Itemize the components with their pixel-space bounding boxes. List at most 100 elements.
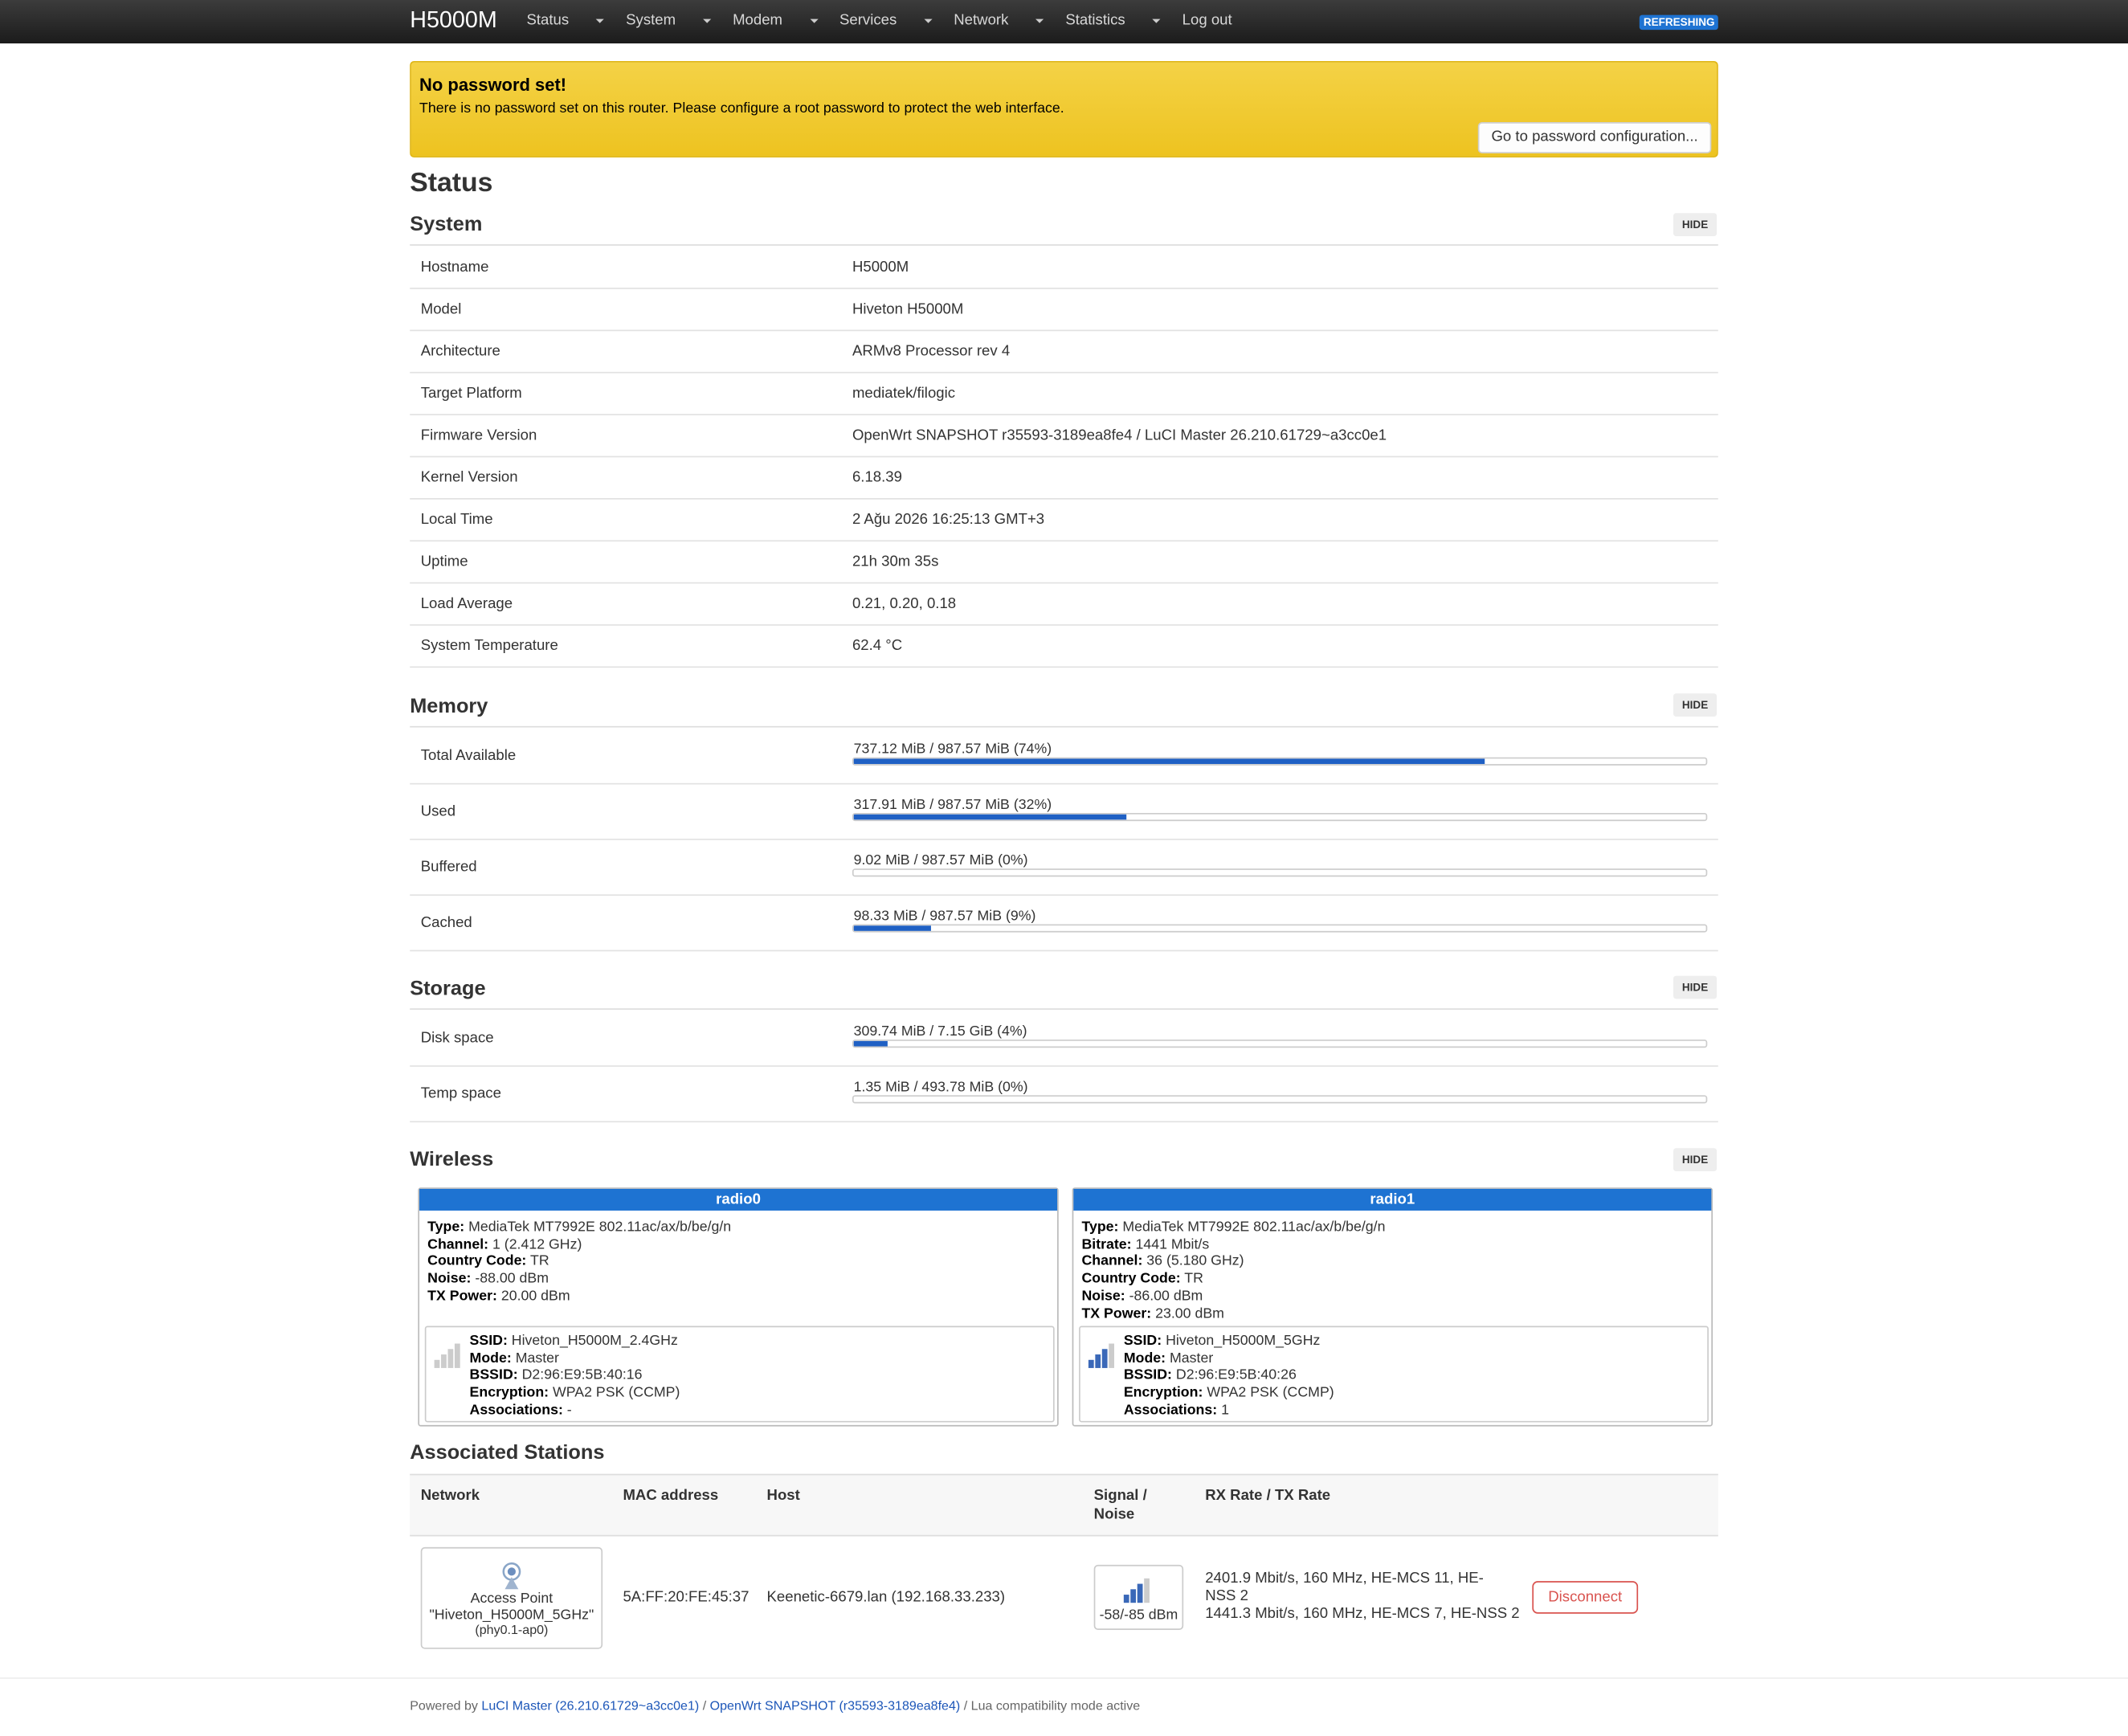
signal-strength-icon bbox=[1123, 1578, 1154, 1603]
info-value: -88.00 dBm bbox=[475, 1270, 549, 1287]
row-value: OpenWrt SNAPSHOT r35593-3189ea8fe4 / LuC… bbox=[852, 427, 1387, 444]
row-label: Cached bbox=[420, 914, 472, 931]
column-noise: Noise bbox=[1093, 1506, 1135, 1523]
menu-logout[interactable]: Log out bbox=[1182, 12, 1232, 28]
row-label: Kernel Version bbox=[420, 469, 518, 486]
usage-text: 9.02 MiB / 987.57 MiB (0%) bbox=[853, 852, 1028, 869]
column-host: Host bbox=[766, 1487, 800, 1504]
menu-label: Services bbox=[839, 12, 897, 29]
column-network: Network bbox=[420, 1487, 480, 1504]
usage-row: Used 317.91 MiB / 987.57 MiB (32%) bbox=[410, 783, 1718, 840]
ap-ssid: "Hiveton_H5000M_5GHz" bbox=[429, 1607, 594, 1624]
ssid-key: Mode: bbox=[469, 1350, 512, 1366]
openwrt-link[interactable]: OpenWrt SNAPSHOT (r35593-3189ea8fe4) bbox=[710, 1699, 961, 1714]
footer: Powered by LuCI Master (26.210.61729~a3c… bbox=[410, 1699, 1140, 1714]
info-row: System Temperature 62.4 °C bbox=[410, 624, 1718, 668]
progress-fill bbox=[853, 1040, 888, 1047]
progress-bar bbox=[852, 812, 1708, 822]
row-value: ARMv8 Processor rev 4 bbox=[852, 343, 1011, 360]
system-hide-button[interactable]: HIDE bbox=[1673, 213, 1718, 236]
info-row: Kernel Version 6.18.39 bbox=[410, 456, 1718, 500]
storage-hide-button[interactable]: HIDE bbox=[1673, 975, 1718, 999]
menu-system[interactable]: System bbox=[626, 12, 712, 28]
disconnect-button[interactable]: Disconnect bbox=[1532, 1581, 1639, 1614]
luci-link[interactable]: LuCI Master (26.210.61729~a3cc0e1) bbox=[481, 1699, 699, 1714]
alert-title: No password set! bbox=[419, 74, 567, 96]
progress-fill bbox=[853, 814, 1127, 820]
menu-modem[interactable]: Modem bbox=[733, 12, 818, 28]
ssid-key: Associations: bbox=[469, 1401, 563, 1419]
row-label: Local Time bbox=[420, 511, 493, 529]
ssid-key: Encryption: bbox=[1123, 1384, 1203, 1401]
progress-bar bbox=[852, 1095, 1708, 1104]
info-value: MediaTek MT7992E 802.11ac/ax/b/be/g/n bbox=[1122, 1219, 1386, 1236]
info-row: Load Average 0.21, 0.20, 0.18 bbox=[410, 582, 1718, 626]
signal-strength-icon bbox=[434, 1343, 464, 1368]
footer-divider bbox=[0, 1677, 2128, 1679]
menu-network[interactable]: Network bbox=[954, 12, 1044, 28]
station-rates: 2401.9 Mbit/s, 160 MHz, HE-MCS 11, HE- N… bbox=[1205, 1571, 1519, 1624]
tx-rate: 1441.3 Mbit/s, 160 MHz, HE-MCS 7, HE-NSS… bbox=[1205, 1605, 1520, 1622]
ssid-value: - bbox=[566, 1401, 572, 1419]
row-value: H5000M bbox=[852, 259, 909, 276]
rx-rate: 2401.9 Mbit/s, 160 MHz, HE-MCS 11, HE- bbox=[1205, 1570, 1484, 1587]
footer-separator: / bbox=[702, 1699, 707, 1714]
ssid-key: SSID: bbox=[1123, 1333, 1162, 1350]
column-rate: RX Rate / TX Rate bbox=[1205, 1487, 1331, 1504]
radio-header: radio1 bbox=[1073, 1188, 1712, 1211]
info-value: TR bbox=[1184, 1270, 1203, 1287]
info-row: Local Time 2 Ağu 2026 16:25:13 GMT+3 bbox=[410, 498, 1718, 542]
radio-header: radio0 bbox=[419, 1188, 1058, 1211]
menu-status[interactable]: Status bbox=[526, 12, 605, 28]
ssid-info: SSID: Hiveton_H5000M_2.4GHz Mode: Master… bbox=[470, 1333, 680, 1419]
station-signal: -58/-85 dBm bbox=[1093, 1564, 1184, 1630]
row-label: Used bbox=[420, 803, 456, 820]
ap-label: Access Point bbox=[470, 1590, 553, 1607]
ap-interface: (phy0.1-ap0) bbox=[475, 1623, 549, 1639]
ssid-box: SSID: Hiveton_H5000M_5GHz Mode: Master B… bbox=[1079, 1325, 1709, 1423]
menu-label: Statistics bbox=[1065, 12, 1125, 29]
ssid-key: BSSID: bbox=[469, 1366, 518, 1384]
page-title: Status bbox=[410, 168, 493, 198]
ssid-key: BSSID: bbox=[1123, 1366, 1172, 1384]
ssid-box: SSID: Hiveton_H5000M_2.4GHz Mode: Master… bbox=[424, 1325, 1055, 1423]
row-label: Model bbox=[420, 301, 462, 318]
password-config-button[interactable]: Go to password configuration... bbox=[1477, 122, 1712, 153]
ssid-info: SSID: Hiveton_H5000M_5GHz Mode: Master B… bbox=[1124, 1333, 1334, 1419]
refreshing-badge[interactable]: REFRESHING bbox=[1639, 14, 1719, 31]
ssid-value: Master bbox=[515, 1350, 559, 1366]
usage-text: 737.12 MiB / 987.57 MiB (74%) bbox=[853, 741, 1052, 758]
info-row: Hostname H5000M bbox=[410, 246, 1718, 289]
menu-statistics[interactable]: Statistics bbox=[1065, 12, 1161, 29]
station-mac: 5A:FF:20:FE:45:37 bbox=[623, 1589, 749, 1606]
ssid-value: WPA2 PSK (CCMP) bbox=[553, 1384, 680, 1401]
radio-info: Type: MediaTek MT7992E 802.11ac/ax/b/be/… bbox=[1081, 1219, 1385, 1322]
info-key: Noise: bbox=[427, 1270, 472, 1287]
caret-down-icon bbox=[702, 18, 712, 23]
info-key: Country Code: bbox=[427, 1253, 527, 1270]
info-key: TX Power: bbox=[427, 1287, 497, 1305]
usage-row: Disk space 309.74 MiB / 7.15 GiB (4%) bbox=[410, 1010, 1718, 1067]
menu-services[interactable]: Services bbox=[839, 12, 933, 29]
row-label: Load Average bbox=[420, 595, 513, 612]
progress-bar bbox=[852, 1040, 1708, 1048]
alert-text: There is no password set on this router.… bbox=[419, 100, 1064, 117]
row-label: Target Platform bbox=[420, 385, 522, 402]
ssid-key: Encryption: bbox=[469, 1384, 549, 1401]
access-point-badge[interactable]: Access Point "Hiveton_H5000M_5GHz" (phy0… bbox=[420, 1546, 603, 1649]
memory-hide-button[interactable]: HIDE bbox=[1673, 693, 1718, 717]
caret-down-icon bbox=[1152, 18, 1161, 23]
ssid-key: Mode: bbox=[1123, 1350, 1166, 1366]
menu-label: Network bbox=[954, 12, 1009, 29]
row-value: mediatek/filogic bbox=[852, 385, 956, 402]
access-point-icon bbox=[502, 1562, 521, 1590]
info-key: Channel: bbox=[1081, 1253, 1143, 1270]
wireless-hide-button[interactable]: HIDE bbox=[1673, 1148, 1718, 1171]
usage-row: Temp space 1.35 MiB / 493.78 MiB (0%) bbox=[410, 1065, 1718, 1123]
info-value: TR bbox=[529, 1253, 549, 1270]
row-label: Temp space bbox=[420, 1085, 501, 1102]
usage-row: Buffered 9.02 MiB / 987.57 MiB (0%) bbox=[410, 839, 1718, 897]
ssid-value: 1 bbox=[1221, 1401, 1229, 1419]
ssid-key: Associations: bbox=[1123, 1401, 1218, 1419]
brand-logo[interactable]: H5000M bbox=[410, 6, 497, 34]
